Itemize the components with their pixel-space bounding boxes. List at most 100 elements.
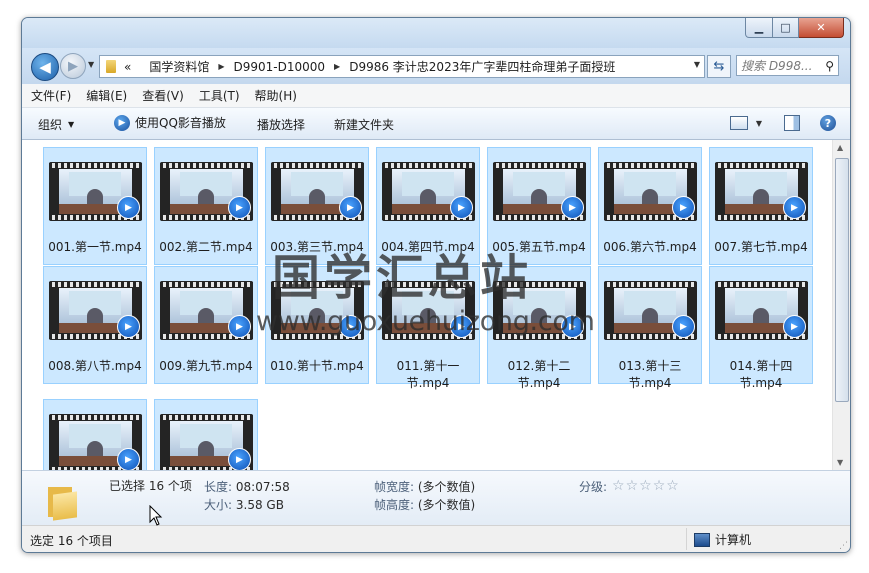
menu-file[interactable]: 文件(F)	[31, 87, 71, 104]
preview-pane-icon[interactable]	[784, 115, 800, 131]
forward-button[interactable]: ▶	[60, 53, 86, 79]
address-dropdown-icon[interactable]: ▼	[694, 60, 700, 69]
selection-count: 已选择 16 个项	[109, 479, 192, 493]
scrollbar-thumb[interactable]	[835, 158, 849, 402]
navigation-bar: ◀ ▶ ▼ « 国学资料馆 ▶ D9901-D10000 ▶ D9986 李计忠…	[22, 48, 850, 84]
file-item[interactable]: ▶	[43, 399, 147, 470]
video-thumbnail: ▶	[49, 281, 142, 340]
play-with-label: 使用QQ影音播放	[135, 116, 226, 130]
breadcrumb-item-guoxue[interactable]: 国学资料馆	[149, 58, 209, 75]
refresh-button[interactable]: ⇆	[707, 55, 731, 78]
mouse-cursor-icon	[149, 505, 163, 526]
resize-grip-icon[interactable]: ⋰	[839, 541, 848, 551]
view-options-chevron-icon[interactable]: ▼	[756, 119, 762, 128]
qq-player-icon: ▶	[114, 114, 130, 131]
file-name: 011.第十一节.mp4	[396, 359, 460, 390]
back-button[interactable]: ◀	[31, 53, 59, 81]
file-item[interactable]: ▶ 008.第八节.mp4	[43, 266, 147, 384]
search-box[interactable]: 搜索 D998... ⚲	[736, 55, 839, 76]
qq-player-icon: ▶	[561, 196, 584, 219]
folder-icon	[106, 60, 116, 73]
video-thumbnail: ▶	[604, 162, 697, 221]
title-bar[interactable]: ▁ □ ✕	[22, 18, 850, 48]
file-item[interactable]: ▶	[154, 399, 258, 470]
vertical-scrollbar[interactable]: ▲ ▼	[832, 140, 850, 470]
qq-player-icon: ▶	[228, 196, 251, 219]
star-icon[interactable]: ☆	[626, 479, 639, 493]
qq-player-icon: ▶	[672, 315, 695, 338]
organize-button[interactable]: 组织 ▼	[38, 116, 74, 133]
menu-tools[interactable]: 工具(T)	[199, 87, 240, 104]
view-controls: ▼ ?	[729, 115, 836, 131]
file-item[interactable]: ▶ 009.第九节.mp4	[154, 266, 258, 384]
file-item[interactable]: ▶ 014.第十四节.mp4	[709, 266, 813, 390]
file-item[interactable]: ▶ 001.第一节.mp4	[43, 147, 147, 265]
scroll-up-icon[interactable]: ▲	[837, 143, 843, 152]
star-icon[interactable]: ☆	[653, 479, 666, 493]
watermark-title: 国学汇总站	[272, 250, 533, 306]
rating-label: 分级:	[579, 480, 608, 494]
play-with-qq-button[interactable]: ▶ 使用QQ影音播放	[114, 114, 226, 131]
chevron-right-icon[interactable]: ▶	[334, 62, 340, 71]
frame-height-row: 帧高度: (多个数值)	[374, 496, 475, 513]
file-item[interactable]: ▶ 013.第十三节.mp4	[598, 266, 702, 390]
length-label: 长度:	[204, 480, 233, 494]
length-value: 08:07:58	[235, 480, 290, 494]
breadcrumb-item-range[interactable]: D9901-D10000	[234, 60, 326, 74]
video-thumbnail: ▶	[49, 414, 142, 470]
file-name: 013.第十三节.mp4	[618, 359, 682, 390]
menu-edit[interactable]: 编辑(E)	[86, 87, 127, 104]
file-name: 014.第十四节.mp4	[729, 359, 793, 390]
frame-height-value: (多个数值)	[417, 498, 476, 512]
search-input[interactable]: 搜索 D998...	[741, 57, 812, 74]
length-row: 长度: 08:07:58	[204, 478, 290, 495]
frame-width-label: 帧宽度:	[374, 480, 415, 494]
caption-buttons: ▁ □ ✕	[745, 18, 844, 38]
file-name: 009.第九节.mp4	[159, 359, 253, 373]
organize-label: 组织	[38, 118, 63, 132]
qq-player-icon: ▶	[339, 196, 362, 219]
frame-height-label: 帧高度:	[374, 498, 415, 512]
close-button[interactable]: ✕	[799, 18, 844, 38]
video-thumbnail: ▶	[493, 162, 586, 221]
qq-player-icon: ▶	[783, 196, 806, 219]
status-bar: 选定 16 个项目 计算机 ⋰	[22, 525, 850, 552]
file-item[interactable]: ▶ 007.第七节.mp4	[709, 147, 813, 265]
frame-width-value: (多个数值)	[417, 480, 476, 494]
file-item[interactable]: ▶ 002.第二节.mp4	[154, 147, 258, 265]
star-icon[interactable]: ☆	[666, 479, 679, 493]
video-thumbnail: ▶	[715, 162, 808, 221]
size-row: 大小: 3.58 GB	[204, 496, 284, 513]
video-thumbnail: ▶	[160, 414, 253, 470]
file-name: 006.第六节.mp4	[603, 240, 697, 254]
change-view-icon[interactable]	[729, 116, 748, 130]
new-folder-button[interactable]: 新建文件夹	[334, 116, 394, 133]
chevron-down-icon: ▼	[68, 120, 75, 129]
size-value: 3.58 GB	[235, 498, 284, 512]
breadcrumb-overflow-button[interactable]: «	[124, 60, 131, 74]
status-location: 计算机	[694, 531, 751, 548]
status-location-label: 计算机	[715, 533, 752, 547]
file-item[interactable]: ▶ 006.第六节.mp4	[598, 147, 702, 265]
search-icon[interactable]: ⚲	[825, 59, 834, 73]
chevron-right-icon[interactable]: ▶	[218, 62, 224, 71]
qq-player-icon: ▶	[228, 448, 251, 470]
play-selection-button[interactable]: 播放选择	[257, 116, 305, 133]
status-selection-text: 选定 16 个项目	[30, 534, 113, 548]
breadcrumb-item-current[interactable]: D9986 李计忠2023年广字辈四柱命理弟子面授班	[349, 58, 615, 75]
menu-view[interactable]: 查看(V)	[142, 87, 184, 104]
rating-stars[interactable]: ☆ ☆ ☆ ☆ ☆	[612, 479, 680, 493]
scroll-down-icon[interactable]: ▼	[837, 458, 843, 467]
star-icon[interactable]: ☆	[612, 479, 625, 493]
recent-pages-dropdown-icon[interactable]: ▼	[88, 60, 94, 69]
address-bar[interactable]: « 国学资料馆 ▶ D9901-D10000 ▶ D9986 李计忠2023年广…	[99, 55, 705, 78]
frame-width-row: 帧宽度: (多个数值)	[374, 478, 475, 495]
help-icon[interactable]: ?	[820, 115, 836, 131]
maximize-button[interactable]: □	[773, 18, 799, 38]
menu-help[interactable]: 帮助(H)	[255, 87, 297, 104]
file-name: 008.第八节.mp4	[48, 359, 142, 373]
star-icon[interactable]: ☆	[639, 479, 652, 493]
minimize-button[interactable]: ▁	[745, 18, 773, 38]
watermark-url: www.guoxuehuizong.com	[256, 306, 595, 337]
video-thumbnail: ▶	[715, 281, 808, 340]
